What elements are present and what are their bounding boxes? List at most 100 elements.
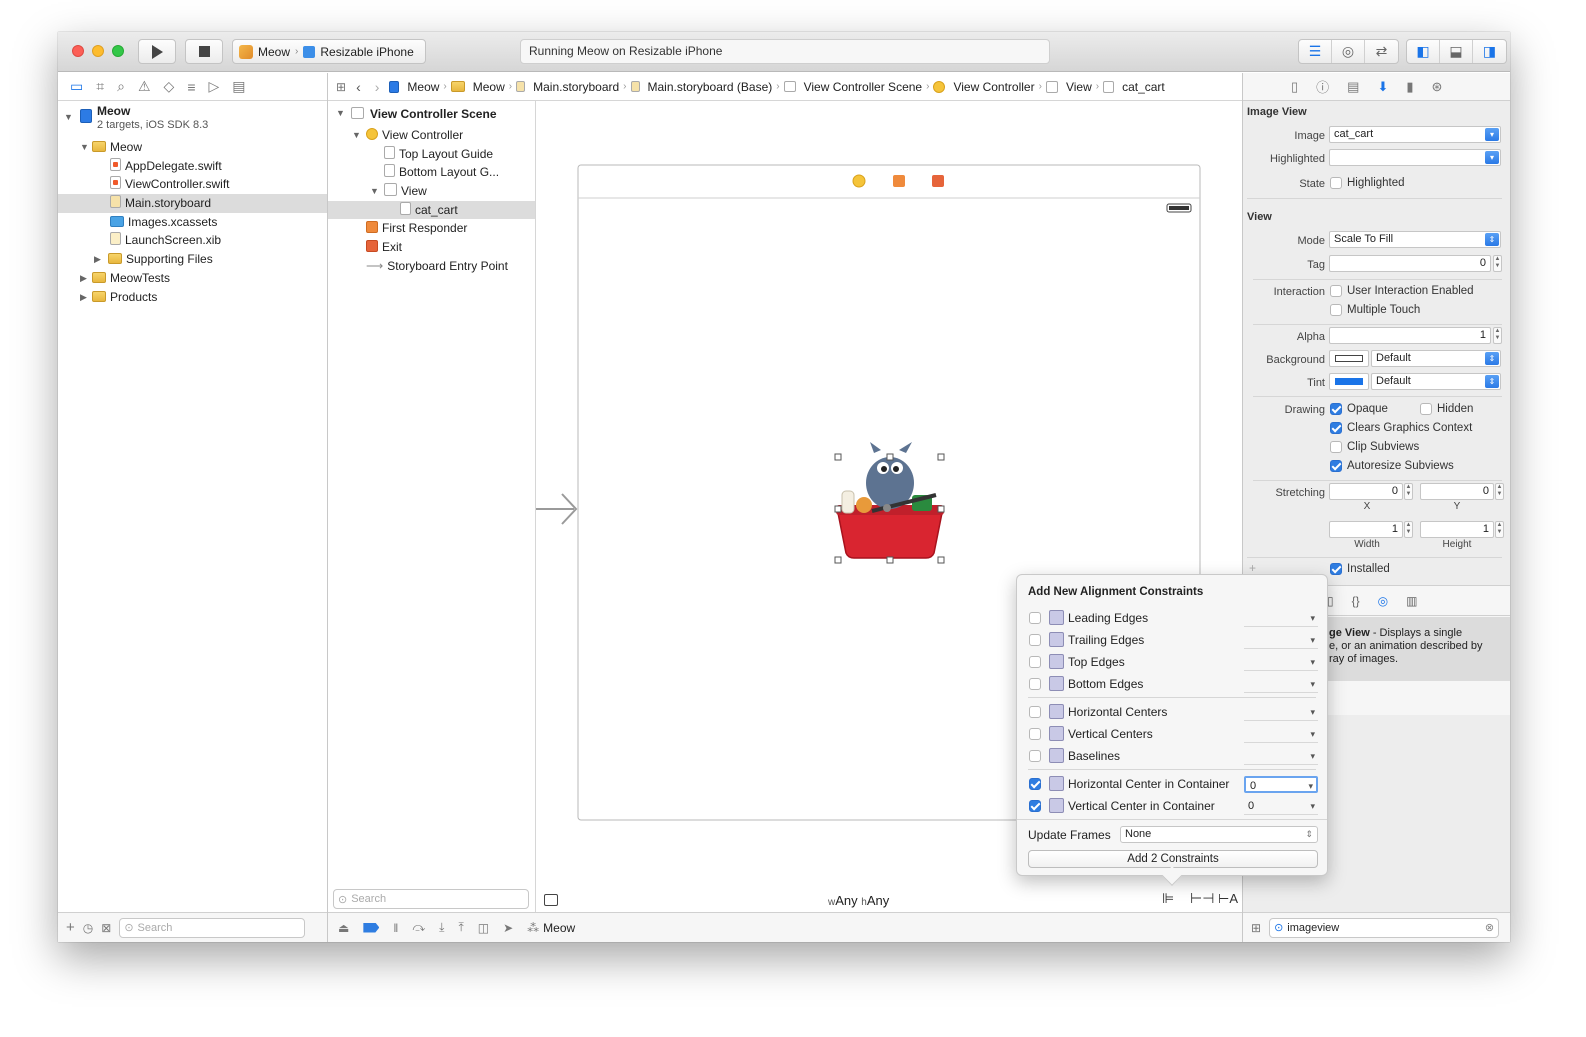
attributes-inspector-icon[interactable]: ⬇ — [1377, 79, 1388, 95]
constraint-row[interactable]: Top Edges — [1017, 652, 1327, 674]
disclosure-open-icon[interactable]: ▼ — [370, 182, 379, 201]
constraint-value[interactable] — [1244, 654, 1318, 671]
constraint-value[interactable]: 0 — [1244, 776, 1318, 795]
update-frames-popup[interactable]: None ⇕ — [1120, 826, 1318, 843]
debug-icon[interactable]: ≡ — [187, 79, 195, 95]
chevron-down-icon[interactable]: ▾ — [1485, 128, 1499, 141]
back-icon[interactable]: ‹ — [356, 79, 361, 95]
stretch-height-stepper[interactable]: ▲ ▼ — [1495, 521, 1504, 538]
list-item[interactable]: LaunchScreen.xib — [58, 231, 327, 250]
assistant-editor-icon[interactable]: ◎ — [1332, 40, 1365, 63]
media-library-icon[interactable]: ▥ — [1406, 594, 1417, 608]
location-icon[interactable]: ➤ — [503, 921, 513, 935]
constraint-checkbox[interactable] — [1029, 728, 1041, 740]
outline-filter[interactable]: ⊙ Search — [333, 889, 529, 909]
stretch-x-stepper[interactable]: ▲ ▼ — [1404, 483, 1413, 500]
list-item[interactable]: Top Layout Guide — [328, 145, 535, 164]
mode-popup[interactable]: Scale To Fill ⇕ — [1329, 231, 1501, 248]
list-item[interactable]: ▼ Meow — [58, 138, 327, 157]
clear-icon[interactable]: ⊗ — [1485, 921, 1494, 934]
list-item[interactable]: Images.xcassets — [58, 213, 327, 232]
test-icon[interactable]: ◇ — [164, 78, 175, 95]
list-item[interactable]: ▼ View — [328, 182, 535, 201]
autoresize-checkbox[interactable] — [1330, 460, 1342, 472]
disclosure-closed-icon[interactable]: ▶ — [80, 288, 87, 307]
breadcrumb-controller[interactable]: View Controller — [933, 80, 1035, 94]
constraint-checkbox[interactable] — [1029, 706, 1041, 718]
list-item[interactable]: cat_cart — [328, 200, 535, 220]
tint-swatch[interactable] — [1329, 373, 1369, 390]
breakpoints-toggle-icon[interactable] — [363, 922, 380, 933]
constraint-checkbox[interactable] — [1029, 656, 1041, 668]
multiple-touch-checkbox[interactable] — [1330, 304, 1342, 316]
tint-popup[interactable]: Default ⇕ — [1371, 373, 1501, 390]
list-item[interactable]: ▶ Supporting Files — [58, 250, 327, 269]
symbol-icon[interactable]: ⌗ — [96, 78, 104, 95]
report-icon[interactable]: ▤ — [232, 78, 245, 95]
step-in-icon[interactable]: ⤓ — [439, 920, 444, 935]
breadcrumb-localization[interactable]: Main.storyboard (Base) — [630, 80, 772, 94]
utilities-toggle-icon[interactable]: ◨ — [1473, 40, 1506, 63]
stretch-height-field[interactable]: 1 — [1420, 521, 1494, 538]
constraint-value[interactable] — [1244, 748, 1318, 765]
stop-button[interactable] — [185, 39, 223, 64]
scheme-selector[interactable]: Meow › Resizable iPhone — [232, 39, 426, 64]
installed-checkbox[interactable] — [1330, 563, 1342, 575]
standard-editor-icon[interactable]: ☰ — [1299, 40, 1332, 63]
constraint-checkbox[interactable] — [1029, 750, 1041, 762]
grid-view-icon[interactable]: ⊞ — [1251, 921, 1261, 935]
identity-inspector-icon[interactable]: ▤ — [1347, 79, 1359, 95]
stretch-width-field[interactable]: 1 — [1329, 521, 1403, 538]
constraint-value[interactable] — [1244, 610, 1318, 627]
size-inspector-icon[interactable]: ▮ — [1406, 79, 1413, 95]
constraint-checkbox[interactable] — [1029, 778, 1041, 790]
chevron-updown-icon[interactable]: ⇕ — [1485, 233, 1499, 246]
project-root[interactable]: ▼ Meow 2 targets, iOS SDK 8.3 — [58, 104, 327, 138]
constraint-row[interactable]: Vertical Centers — [1017, 724, 1327, 746]
minimize-button[interactable] — [92, 45, 104, 57]
list-item[interactable]: Main.storyboard — [58, 194, 327, 213]
view-debug-icon[interactable]: ◫ — [478, 921, 489, 935]
navigator-filter[interactable]: ⊙ Search — [119, 917, 306, 938]
breadcrumb-view[interactable]: View — [1045, 80, 1092, 94]
constraint-row[interactable]: Trailing Edges — [1017, 630, 1327, 652]
alpha-field[interactable]: 1 — [1329, 327, 1491, 344]
pause-icon[interactable]: ‖ — [393, 921, 398, 935]
close-button[interactable] — [72, 45, 84, 57]
object-library-icon[interactable]: ◎ — [1378, 594, 1388, 608]
list-item[interactable]: Bottom Layout G... — [328, 163, 535, 182]
tag-field[interactable]: 0 — [1329, 255, 1491, 272]
opaque-checkbox[interactable] — [1330, 403, 1342, 415]
forward-icon[interactable]: › — [375, 79, 380, 95]
constraint-value[interactable]: 0 — [1244, 798, 1318, 815]
constraint-row[interactable]: Bottom Edges — [1017, 674, 1327, 696]
zoom-button[interactable] — [112, 45, 124, 57]
disclosure-open-icon[interactable]: ▼ — [64, 112, 73, 122]
image-field[interactable]: cat_cart ▾ — [1329, 126, 1501, 143]
constraint-checkbox[interactable] — [1029, 678, 1041, 690]
connections-inspector-icon[interactable]: ⊛ — [1432, 79, 1443, 95]
stretch-y-stepper[interactable]: ▲ ▼ — [1495, 483, 1504, 500]
disclosure-closed-icon[interactable]: ▶ — [80, 269, 87, 288]
disclosure-open-icon[interactable]: ▼ — [352, 126, 361, 145]
chevron-down-icon[interactable]: ▾ — [1485, 151, 1499, 164]
constraint-value[interactable] — [1244, 704, 1318, 721]
library-filter[interactable]: ⊙ imageview ⊗ — [1269, 917, 1500, 938]
alpha-stepper[interactable]: ▲ ▼ — [1493, 327, 1502, 344]
highlighted-checkbox[interactable] — [1330, 177, 1342, 189]
list-item[interactable]: ▼ View Controller — [328, 126, 535, 145]
constraint-checkbox[interactable] — [1029, 612, 1041, 624]
file-inspector-icon[interactable]: ▯ — [1291, 79, 1298, 95]
add-icon[interactable]: + — [66, 919, 75, 936]
constraint-row[interactable]: Leading Edges — [1017, 608, 1327, 630]
run-button[interactable] — [138, 39, 176, 64]
warning-icon[interactable]: ⚠ — [138, 78, 151, 95]
user-interaction-checkbox[interactable] — [1330, 285, 1342, 297]
constraint-row[interactable]: Horizontal Center in Container 0 — [1017, 774, 1327, 796]
disclosure-closed-icon[interactable]: ▶ — [94, 250, 101, 269]
breadcrumb-project[interactable]: Meow — [389, 80, 439, 94]
stretch-width-stepper[interactable]: ▲ ▼ — [1404, 521, 1413, 538]
constraint-value[interactable] — [1244, 726, 1318, 743]
outline-toggle-icon[interactable] — [544, 894, 558, 906]
stretch-x-field[interactable]: 0 — [1329, 483, 1403, 500]
